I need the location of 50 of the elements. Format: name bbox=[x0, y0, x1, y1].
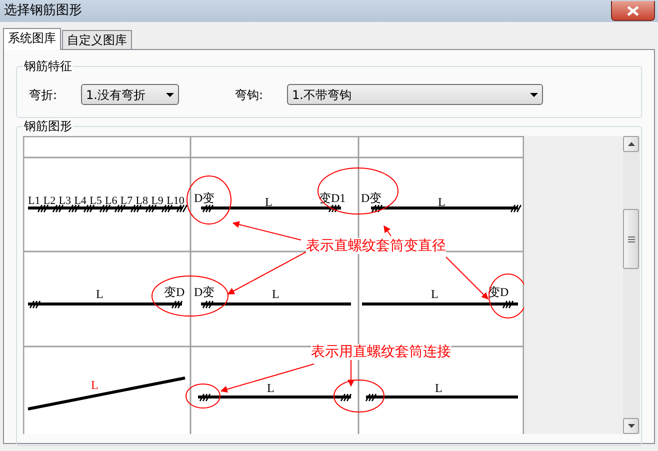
dropdown[interactable]: 1.没有弯折 bbox=[81, 84, 179, 105]
highlight-ellipse bbox=[186, 384, 220, 408]
caret-icon bbox=[530, 92, 538, 96]
dimension-label: L9 bbox=[151, 195, 164, 207]
dimension-label: D变 bbox=[361, 191, 382, 205]
dimension-label: L10 bbox=[166, 195, 184, 207]
field-label: 弯折: bbox=[29, 86, 58, 104]
highlight-ellipse bbox=[186, 176, 232, 224]
dimension-label: 变D bbox=[164, 285, 185, 299]
scrollbar[interactable] bbox=[623, 136, 640, 434]
close-icon bbox=[627, 6, 639, 16]
arrow bbox=[446, 256, 488, 300]
dimension-label: L5 bbox=[90, 195, 102, 207]
arrow bbox=[348, 358, 354, 387]
dimension-label: L8 bbox=[136, 195, 148, 207]
highlight-ellipse bbox=[334, 380, 384, 412]
dropdown[interactable]: 1.不带弯钩 bbox=[287, 84, 543, 105]
group-title: 钢筋特征 bbox=[23, 58, 73, 74]
dimension-label: L bbox=[272, 287, 280, 301]
scroll-down-button[interactable] bbox=[623, 418, 639, 434]
dimension-label: D变 bbox=[194, 191, 215, 205]
dimension-label: L bbox=[267, 381, 274, 395]
dimension-label: L bbox=[96, 287, 104, 301]
dimension-label: L1 bbox=[28, 195, 40, 207]
dimension-label: L2 bbox=[43, 195, 56, 207]
window-title: 选择钢筋图形 bbox=[4, 2, 82, 20]
down-arrow-icon bbox=[628, 424, 634, 428]
dimension-label: L7 bbox=[120, 195, 133, 207]
scroll-thumb[interactable] bbox=[623, 209, 639, 269]
arrow bbox=[384, 225, 392, 236]
dimension-label: L bbox=[265, 195, 272, 209]
group-title: 钢筋图形 bbox=[23, 118, 73, 134]
tab[interactable]: 自定义图库 bbox=[62, 30, 132, 49]
dimension-label: L4 bbox=[74, 195, 86, 207]
scroll-up-button[interactable] bbox=[623, 136, 639, 152]
field-label: 弯钩: bbox=[235, 86, 264, 104]
grip-icon bbox=[628, 236, 634, 242]
close-button[interactable] bbox=[611, 1, 655, 21]
dimension-label: L3 bbox=[58, 195, 72, 207]
arrow bbox=[232, 221, 302, 240]
dimension-label: L bbox=[435, 381, 442, 395]
dimension-label: L bbox=[431, 287, 438, 301]
dimension-label: L bbox=[438, 195, 446, 209]
dimension-label: D变 bbox=[194, 285, 215, 299]
annotation-text: 表示用直螺纹套筒连接 bbox=[311, 344, 451, 360]
caret-icon bbox=[166, 92, 174, 96]
dimension-label: L6 bbox=[105, 195, 118, 207]
up-arrow-icon bbox=[628, 142, 634, 146]
annotation-text: 表示直螺纹套筒变直径 bbox=[306, 238, 446, 254]
tab[interactable]: 系统图库 bbox=[3, 28, 61, 50]
